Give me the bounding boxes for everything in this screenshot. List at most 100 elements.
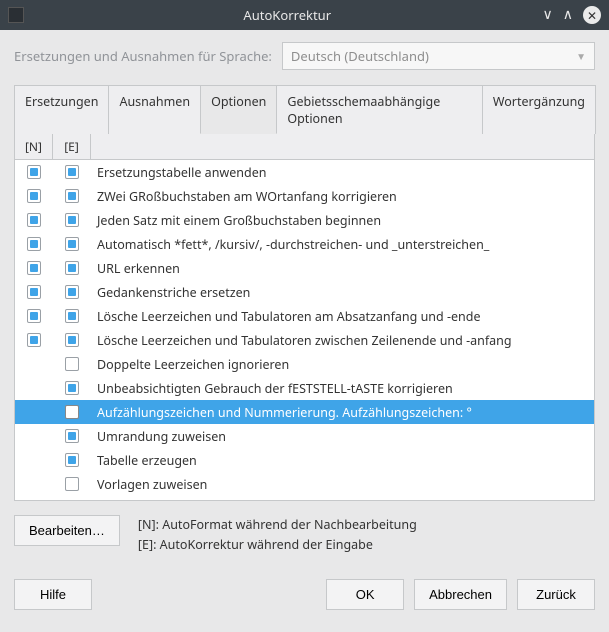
table-row[interactable]: Automatisch *fett*, /kursiv/, -durchstre… [15, 232, 594, 256]
table-row[interactable]: Ersetzungstabelle anwenden [15, 160, 594, 184]
checkbox-e[interactable] [65, 453, 79, 467]
option-label: Aufzählungszeichen und Nummerierung. Auf… [91, 404, 594, 421]
tab-ausnahmen[interactable]: Ausnahmen [108, 85, 201, 134]
option-label: Lösche Leerzeichen und Tabulatoren zwisc… [91, 332, 594, 349]
table-row[interactable]: Umrandung zuweisen [15, 424, 594, 448]
cell-e [53, 261, 91, 275]
checkbox-e[interactable] [65, 165, 79, 179]
table-row[interactable]: Doppelte Leerzeichen ignorieren [15, 352, 594, 376]
table-row[interactable]: Aufzählungszeichen und Nummerierung. Auf… [15, 400, 594, 424]
cell-e [53, 381, 91, 395]
legend-row: Bearbeiten… [N]: AutoFormat während der … [14, 515, 595, 555]
checkbox-e[interactable] [65, 213, 79, 227]
checkbox-n[interactable] [27, 285, 41, 299]
legend-text: [N]: AutoFormat während der Nachbearbeit… [138, 515, 417, 555]
window-controls: ∨ ∧ ✕ [543, 6, 602, 24]
checkbox-e[interactable] [65, 189, 79, 203]
help-button[interactable]: Hilfe [14, 579, 92, 610]
option-label: Tabelle erzeugen [91, 452, 594, 469]
tab-ersetzungen[interactable]: Ersetzungen [14, 85, 109, 134]
language-row: Ersetzungen und Ausnahmen für Sprache: D… [14, 42, 595, 70]
checkbox-n[interactable] [27, 165, 41, 179]
legend-n: [N]: AutoFormat während der Nachbearbeit… [138, 515, 417, 535]
language-label: Ersetzungen und Ausnahmen für Sprache: [14, 47, 272, 65]
option-label: URL erkennen [91, 260, 594, 277]
option-label: Doppelte Leerzeichen ignorieren [91, 356, 594, 373]
cell-e [53, 165, 91, 179]
language-combo[interactable]: Deutsch (Deutschland) ▼ [282, 42, 595, 70]
checkbox-n[interactable] [27, 237, 41, 251]
checkbox-e[interactable] [65, 357, 79, 371]
option-label: Automatisch *fett*, /kursiv/, -durchstre… [91, 236, 594, 253]
tab-wortergänzung[interactable]: Wortergänzung [482, 85, 596, 134]
cell-e [53, 189, 91, 203]
cell-e [53, 405, 91, 419]
option-label: Ersetzungstabelle anwenden [91, 164, 594, 181]
edit-button[interactable]: Bearbeiten… [14, 515, 120, 546]
checkbox-n[interactable] [27, 333, 41, 347]
cell-e [53, 333, 91, 347]
table-row[interactable]: Jeden Satz mit einem Großbuchstaben begi… [15, 208, 594, 232]
legend-e: [E]: AutoKorrektur während der Eingabe [138, 535, 417, 555]
table-row[interactable]: Lösche Leerzeichen und Tabulatoren am Ab… [15, 304, 594, 328]
cell-e [53, 429, 91, 443]
cell-n [15, 189, 53, 203]
table-header: [N] [E] [15, 134, 594, 160]
tab-optionen[interactable]: Optionen [200, 85, 277, 134]
minimize-icon[interactable]: ∨ [543, 8, 553, 22]
checkbox-n[interactable] [27, 213, 41, 227]
option-label: ZWei GRoßbuchstaben am WOrtanfang korrig… [91, 188, 594, 205]
checkbox-e[interactable] [65, 405, 79, 419]
cancel-button[interactable]: Abbrechen [414, 579, 507, 610]
option-label: Unbeabsichtigten Gebrauch der fESTSTELL-… [91, 380, 594, 397]
cell-n [15, 285, 53, 299]
option-label: Lösche Leerzeichen und Tabulatoren am Ab… [91, 308, 594, 325]
cell-e [53, 453, 91, 467]
column-header-n[interactable]: [N] [15, 134, 53, 159]
cell-n [15, 165, 53, 179]
maximize-icon[interactable]: ∧ [563, 8, 573, 22]
table-row[interactable]: Lösche Leerzeichen und Tabulatoren zwisc… [15, 328, 594, 352]
table-row[interactable]: ZWei GRoßbuchstaben am WOrtanfang korrig… [15, 184, 594, 208]
table-row[interactable]: Leere Absätze entfernen [15, 496, 594, 500]
checkbox-e[interactable] [65, 237, 79, 251]
table-row[interactable]: Vorlagen zuweisen [15, 472, 594, 496]
cell-n [15, 237, 53, 251]
column-header-e[interactable]: [E] [53, 134, 91, 159]
checkbox-n[interactable] [27, 309, 41, 323]
back-button[interactable]: Zurück [517, 579, 595, 610]
cell-e [53, 309, 91, 323]
checkbox-e[interactable] [65, 285, 79, 299]
table-row[interactable]: Gedankenstriche ersetzen [15, 280, 594, 304]
checkbox-e[interactable] [65, 309, 79, 323]
option-label: Leere Absätze entfernen [91, 500, 594, 501]
close-icon[interactable]: ✕ [583, 6, 601, 24]
table-row[interactable]: Tabelle erzeugen [15, 448, 594, 472]
cell-e [53, 357, 91, 371]
cell-n [15, 309, 53, 323]
cell-n [15, 261, 53, 275]
option-label: Vorlagen zuweisen [91, 476, 594, 493]
cell-e [53, 477, 91, 491]
app-icon [8, 7, 24, 23]
language-value: Deutsch (Deutschland) [291, 47, 429, 65]
option-label: Jeden Satz mit einem Großbuchstaben begi… [91, 212, 594, 229]
table-row[interactable]: URL erkennen [15, 256, 594, 280]
options-table: [N] [E] Ersetzungstabelle anwenden ZWei G… [14, 134, 595, 501]
checkbox-e[interactable] [65, 477, 79, 491]
cell-e [53, 285, 91, 299]
table-body[interactable]: Ersetzungstabelle anwenden ZWei GRoßbuchs… [15, 160, 594, 500]
checkbox-e[interactable] [65, 381, 79, 395]
tab-gebietsschemaabhängige optionen[interactable]: Gebietsschemaabhängige Optionen [276, 85, 483, 134]
checkbox-n[interactable] [27, 189, 41, 203]
checkbox-e[interactable] [65, 261, 79, 275]
ok-button[interactable]: OK [326, 579, 404, 610]
dialog-footer: Hilfe OK Abbrechen Zurück [14, 579, 595, 610]
table-row[interactable]: Unbeabsichtigten Gebrauch der fESTSTELL-… [15, 376, 594, 400]
option-label: Gedankenstriche ersetzen [91, 284, 594, 301]
checkbox-e[interactable] [65, 333, 79, 347]
checkbox-n[interactable] [27, 261, 41, 275]
column-header-label [91, 134, 594, 159]
cell-e [53, 237, 91, 251]
checkbox-e[interactable] [65, 429, 79, 443]
